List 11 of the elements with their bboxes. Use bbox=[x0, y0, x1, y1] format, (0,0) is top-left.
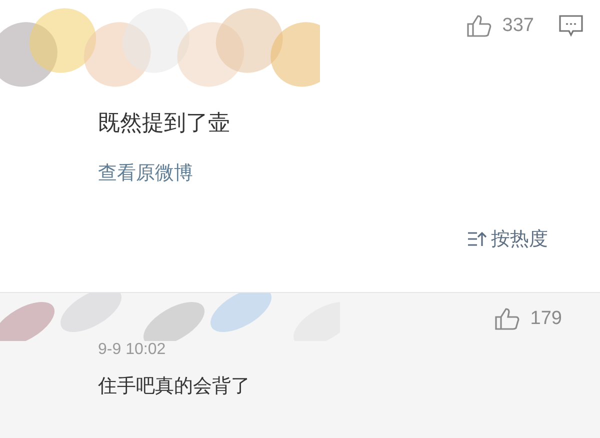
comment-text: 既然提到了壶 bbox=[97, 110, 231, 138]
view-original-link[interactable]: 查看原微博 bbox=[98, 160, 193, 186]
sort-icon bbox=[467, 230, 487, 248]
sort-button[interactable]: 按热度 bbox=[467, 226, 548, 252]
like-count: 179 bbox=[530, 308, 562, 330]
comment-time: 9-9 10:02 bbox=[98, 341, 167, 359]
comment-icon[interactable] bbox=[558, 14, 584, 38]
thumbs-up-icon[interactable] bbox=[466, 14, 492, 38]
comment-text: 住手吧真的会背了 bbox=[98, 374, 251, 399]
thumbs-up-icon[interactable] bbox=[494, 307, 520, 331]
like-count: 337 bbox=[502, 15, 534, 37]
